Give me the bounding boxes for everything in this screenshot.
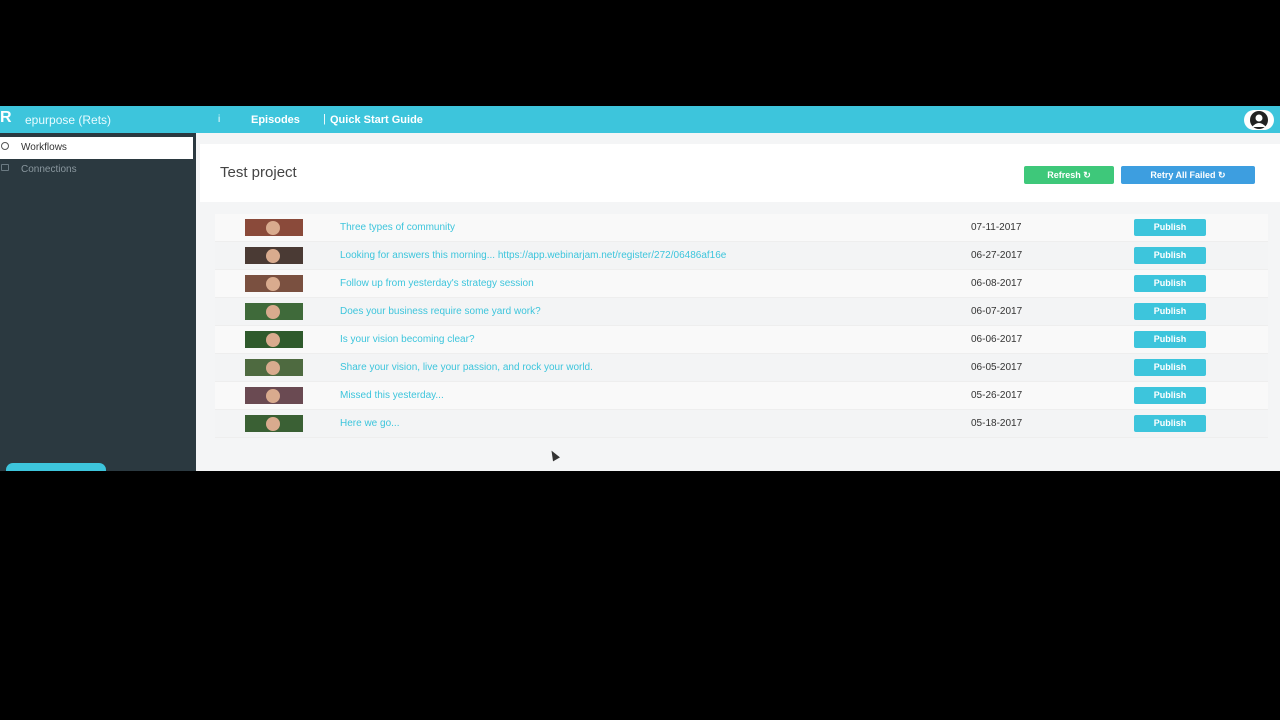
- episode-title-link[interactable]: Missed this yesterday...: [340, 390, 444, 401]
- circle-icon: [1, 142, 9, 150]
- episode-title-link[interactable]: Follow up from yesterday's strategy sess…: [340, 278, 534, 289]
- link-icon: [1, 164, 9, 171]
- publish-button[interactable]: Publish: [1134, 275, 1206, 292]
- user-avatar-icon[interactable]: [1244, 110, 1274, 130]
- episode-title-link[interactable]: Is your vision becoming clear?: [340, 334, 475, 345]
- table-row: Looking for answers this morning... http…: [215, 242, 1268, 270]
- episode-date: 06-07-2017: [971, 306, 1023, 317]
- table-row: Does your business require some yard wor…: [215, 298, 1268, 326]
- brand-name: epurpose (Rets): [25, 113, 112, 127]
- nav-quick-start-guide[interactable]: Quick Start Guide: [330, 114, 423, 126]
- nav-episodes[interactable]: Episodes: [251, 114, 300, 126]
- publish-button[interactable]: Publish: [1134, 331, 1206, 348]
- sidebar-item-label: Connections: [21, 164, 77, 175]
- table-row: Three types of community 07-11-2017 Publis…: [215, 214, 1268, 242]
- table-row: Is your vision becoming clear? 06-06-2017…: [215, 326, 1268, 354]
- logo: R: [0, 109, 12, 126]
- info-icon[interactable]: i: [218, 114, 220, 125]
- episode-title-link[interactable]: Here we go...: [340, 418, 399, 429]
- refresh-button[interactable]: Refresh ↻: [1024, 166, 1114, 184]
- thumbnail-person: [266, 389, 280, 403]
- thumbnail-person: [266, 333, 280, 347]
- episode-date: 06-06-2017: [971, 334, 1023, 345]
- app-window: R epurpose (Rets) i Episodes | Quick Sta…: [0, 106, 1280, 471]
- episode-date: 06-05-2017: [971, 362, 1023, 373]
- table-row: Here we go... 05-18-2017 Publish: [215, 410, 1268, 438]
- episode-date: 05-18-2017: [971, 418, 1023, 429]
- publish-button[interactable]: Publish: [1134, 359, 1206, 376]
- episode-title-link[interactable]: Share your vision, live your passion, an…: [340, 362, 593, 373]
- publish-button[interactable]: Publish: [1134, 303, 1206, 320]
- page-header: Test project Refresh ↻ Retry All Failed …: [200, 144, 1280, 202]
- table-row: Follow up from yesterday's strategy sess…: [215, 270, 1268, 298]
- sidebar: Workflows Connections: [0, 133, 196, 471]
- thumbnail-person: [266, 305, 280, 319]
- retry-all-failed-button[interactable]: Retry All Failed ↻: [1121, 166, 1255, 184]
- episode-title-link[interactable]: Looking for answers this morning... http…: [340, 250, 726, 261]
- thumbnail-person: [266, 417, 280, 431]
- episode-thumbnail[interactable]: [245, 219, 303, 236]
- nav-separator: |: [323, 113, 326, 125]
- thumbnail-person: [266, 249, 280, 263]
- episode-thumbnail[interactable]: [245, 247, 303, 264]
- sidebar-item-label: Workflows: [21, 142, 67, 153]
- episode-thumbnail[interactable]: [245, 359, 303, 376]
- episode-date: 06-08-2017: [971, 278, 1023, 289]
- table-row: Missed this yesterday... 05-26-2017 Publis…: [215, 382, 1268, 410]
- sidebar-item-connections[interactable]: Connections: [0, 159, 193, 181]
- publish-button[interactable]: Publish: [1134, 219, 1206, 236]
- thumbnail-person: [266, 277, 280, 291]
- top-bar: R epurpose (Rets) i Episodes | Quick Sta…: [0, 106, 1280, 133]
- episode-thumbnail[interactable]: [245, 303, 303, 320]
- episode-thumbnail[interactable]: [245, 387, 303, 404]
- sidebar-item-workflows[interactable]: Workflows: [0, 137, 193, 159]
- user-silhouette-icon: [1250, 111, 1268, 129]
- episode-date: 06-27-2017: [971, 250, 1023, 261]
- thumbnail-person: [266, 361, 280, 375]
- thumbnail-person: [266, 221, 280, 235]
- episode-list: Three types of community 07-11-2017 Publis…: [215, 214, 1268, 438]
- episode-thumbnail[interactable]: [245, 275, 303, 292]
- episode-thumbnail[interactable]: [245, 415, 303, 432]
- page-title: Test project: [220, 164, 297, 181]
- episode-date: 07-11-2017: [971, 222, 1022, 233]
- publish-button[interactable]: Publish: [1134, 415, 1206, 432]
- episode-date: 05-26-2017: [971, 390, 1023, 401]
- episode-thumbnail[interactable]: [245, 331, 303, 348]
- table-row: Share your vision, live your passion, an…: [215, 354, 1268, 382]
- sidebar-bottom-button[interactable]: [6, 463, 106, 471]
- publish-button[interactable]: Publish: [1134, 247, 1206, 264]
- episode-title-link[interactable]: Does your business require some yard wor…: [340, 306, 541, 317]
- episode-title-link[interactable]: Three types of community: [340, 222, 455, 233]
- publish-button[interactable]: Publish: [1134, 387, 1206, 404]
